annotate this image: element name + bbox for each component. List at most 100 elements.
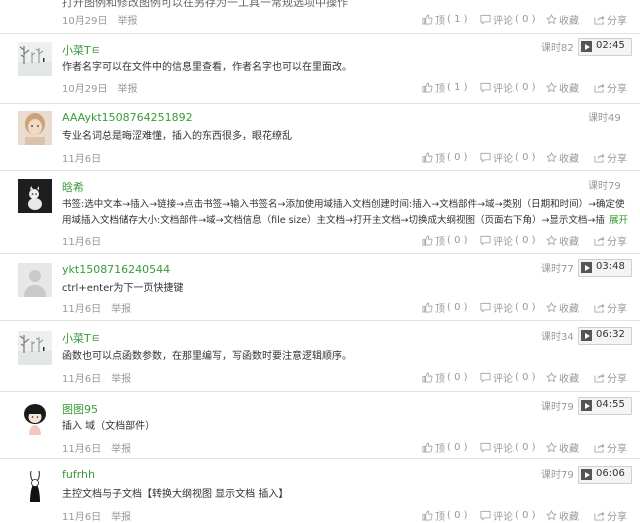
comment-button[interactable]: 评论( 0 ) — [480, 370, 536, 385]
report-link[interactable]: 举报 — [111, 374, 131, 385]
share-button[interactable]: 分享 — [594, 300, 627, 315]
comment-item: AAAykt1508764251892 专业名词总是晦涩难懂，插入的东西很多，眼… — [0, 104, 640, 170]
report-link[interactable]: 举报 — [117, 84, 137, 95]
collect-button[interactable]: 收藏 — [546, 508, 579, 523]
comment-text: 主控文档与子文档【转换大纲视图 显示文档 插入】 — [62, 489, 289, 500]
comment-meta: 11月6日 举报 — [62, 370, 131, 385]
collect-button[interactable]: 收藏 — [546, 233, 579, 248]
username[interactable]: ykt1508716240544 — [62, 263, 170, 276]
lesson-period[interactable]: 课时79 — [541, 466, 574, 481]
lesson-period[interactable]: 课时49 — [588, 109, 621, 124]
comment-button[interactable]: 评论( 0 ) — [480, 233, 536, 248]
report-link[interactable]: 举报 — [111, 512, 131, 523]
share-button[interactable]: 分享 — [594, 12, 627, 27]
share-button[interactable]: 分享 — [594, 370, 627, 385]
avatar[interactable] — [18, 331, 52, 365]
comment-bubble-icon — [480, 235, 491, 246]
avatar[interactable] — [18, 401, 52, 435]
comment-bubble-icon — [480, 372, 491, 383]
lesson-period[interactable]: 课时79 — [541, 398, 574, 413]
play-icon — [581, 400, 592, 411]
comment-bubble-icon — [480, 442, 491, 453]
report-link[interactable]: 举报 — [117, 16, 137, 27]
up-button[interactable]: 顶( 1 ) — [422, 80, 468, 95]
lesson-period[interactable]: 课时77 — [541, 260, 574, 275]
thumbs-up-icon — [422, 302, 433, 313]
report-link[interactable]: 举报 — [111, 444, 131, 455]
video-timestamp-button[interactable]: 06:32 — [578, 327, 632, 345]
avatar[interactable] — [18, 263, 52, 297]
share-button[interactable]: 分享 — [594, 80, 627, 95]
comment-button[interactable]: 评论( 0 ) — [480, 440, 536, 455]
share-icon — [594, 153, 605, 163]
comment-text: 函数也可以点函数参数，在那里编写，写函数时要注意逻辑顺序。 — [62, 351, 352, 362]
thumbs-up-icon — [422, 235, 433, 246]
up-button[interactable]: 顶( 0 ) — [422, 370, 468, 385]
username[interactable]: 晗希 — [62, 179, 84, 195]
comment-item: 晗希 书签:选中文本→插入→链接→点击书签→输入书签名→添加使用域插入文档创建时… — [0, 171, 640, 253]
share-icon — [594, 83, 605, 93]
share-button[interactable]: 分享 — [594, 440, 627, 455]
up-button[interactable]: 顶( 0 ) — [422, 300, 468, 315]
comment-text: 打开图例和修改图例可以在另存为一工具一常规选项中操作 — [62, 0, 348, 9]
star-icon — [546, 510, 557, 521]
collect-button[interactable]: 收藏 — [546, 300, 579, 315]
video-timestamp-button[interactable]: 03:48 — [578, 259, 632, 277]
up-button[interactable]: 顶( 0 ) — [422, 440, 468, 455]
comment-text: 插入 域（文档部件） — [62, 421, 156, 432]
collect-button[interactable]: 收藏 — [546, 80, 579, 95]
username[interactable]: AAAykt1508764251892 — [62, 111, 193, 124]
duration: 06:32 — [596, 329, 625, 340]
collect-button[interactable]: 收藏 — [546, 440, 579, 455]
comment-button[interactable]: 评论( 0 ) — [480, 150, 536, 165]
duration: 06:06 — [596, 468, 625, 479]
comment-item: fufrhh 主控文档与子文档【转换大纲视图 显示文档 插入】 11月6日 举报 … — [0, 459, 640, 523]
avatar[interactable] — [18, 179, 52, 213]
up-button[interactable]: 顶( 1 ) — [422, 12, 468, 27]
share-icon — [594, 15, 605, 25]
username[interactable]: 小菜Tㅌ — [62, 330, 101, 346]
play-icon — [581, 330, 592, 341]
comment-button[interactable]: 评论( 0 ) — [480, 80, 536, 95]
lesson-period[interactable]: 课时79 — [588, 177, 621, 192]
username[interactable]: 小菜Tㅌ — [62, 42, 101, 58]
comment-bubble-icon — [480, 14, 491, 25]
comment-button[interactable]: 评论( 0 ) — [480, 300, 536, 315]
collect-button[interactable]: 收藏 — [546, 150, 579, 165]
up-button[interactable]: 顶( 0 ) — [422, 150, 468, 165]
collect-button[interactable]: 收藏 — [546, 370, 579, 385]
share-button[interactable]: 分享 — [594, 150, 627, 165]
share-button[interactable]: 分享 — [594, 233, 627, 248]
avatar[interactable] — [18, 42, 52, 76]
thumbs-up-icon — [422, 14, 433, 25]
video-timestamp-button[interactable]: 04:55 — [578, 397, 632, 415]
thumbs-up-icon — [422, 82, 433, 93]
lesson-period[interactable]: 课时82 — [541, 39, 574, 54]
comment-item-partial: 打开图例和修改图例可以在另存为一工具一常规选项中操作 10月29日 举报 顶( 1… — [0, 0, 640, 34]
lesson-period[interactable]: 课时34 — [541, 328, 574, 343]
username[interactable]: 图图95 — [62, 401, 98, 417]
avatar[interactable] — [18, 468, 52, 502]
avatar[interactable] — [18, 111, 52, 145]
up-button[interactable]: 顶( 0 ) — [422, 233, 468, 248]
thumbs-up-icon — [422, 152, 433, 163]
username[interactable]: fufrhh — [62, 468, 95, 481]
comment-button[interactable]: 评论( 0 ) — [480, 508, 536, 523]
expand-link[interactable]: 展开 — [606, 213, 628, 229]
comment-bubble-icon — [480, 510, 491, 521]
video-timestamp-button[interactable]: 06:06 — [578, 466, 632, 484]
share-button[interactable]: 分享 — [594, 508, 627, 523]
comment-date: 11月6日 — [62, 154, 102, 165]
comment-meta: 10月29日 举报 — [62, 12, 137, 27]
duration: 03:48 — [596, 261, 625, 272]
report-link[interactable]: 举报 — [111, 304, 131, 315]
comment-text: 专业名词总是晦涩难懂，插入的东西很多，眼花缭乱 — [62, 131, 292, 142]
comment-button[interactable]: 评论( 0 ) — [480, 12, 536, 27]
duration: 04:55 — [596, 399, 625, 410]
up-button[interactable]: 顶( 0 ) — [422, 508, 468, 523]
collect-button[interactable]: 收藏 — [546, 12, 579, 27]
video-timestamp-button[interactable]: 02:45 — [578, 38, 632, 56]
star-icon — [546, 442, 557, 453]
comment-text: 作者名字可以在文件中的信息里查看，作者名字也可以在里面改。 — [62, 62, 352, 73]
duration: 02:45 — [596, 40, 625, 51]
